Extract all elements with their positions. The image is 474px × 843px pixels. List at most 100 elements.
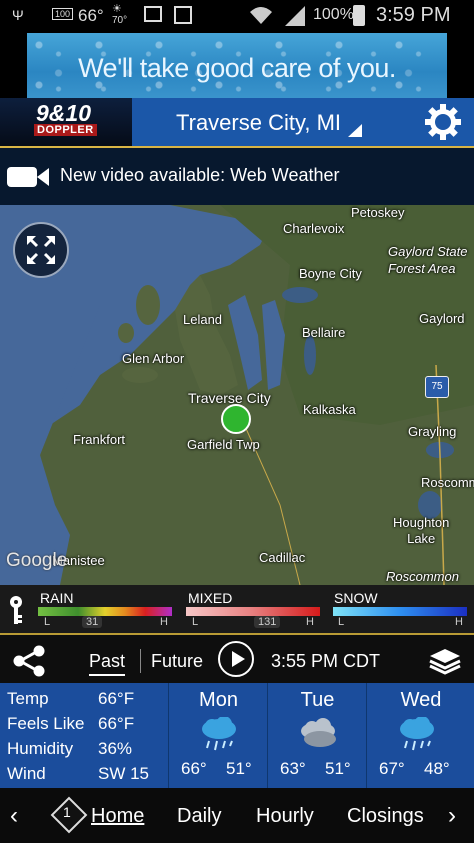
map-label-gaylord-forest: Gaylord State Forest Area [388, 244, 468, 276]
forecast-high: 66° [181, 759, 207, 778]
map-layers-icon[interactable] [428, 647, 462, 675]
bottom-navigation: ‹ 1 Home Daily Hourly Closings › [0, 788, 474, 843]
nav-hourly[interactable]: Hourly [256, 805, 314, 828]
map-label-bellaire: Bellaire [302, 325, 346, 340]
mail-icon [144, 6, 162, 22]
forecast-low: 51° [226, 759, 252, 778]
video-notification-text: New video available: Web Weather [60, 165, 340, 185]
tab-past[interactable]: Past [89, 651, 126, 676]
legend-snow-label: SNOW [334, 590, 378, 606]
forecast-day-wed[interactable]: Wed 67° 48° [366, 683, 474, 788]
status-time: 3:59 PM [376, 4, 451, 26]
status-temp: 66° [78, 6, 104, 25]
status-bar: Ψ 100 66° ☀ 70° 100% 3:59 PM [0, 0, 474, 33]
map-label-frankfort: Frankfort [73, 432, 126, 447]
location-selector[interactable]: Traverse City, MI [176, 110, 341, 136]
current-conditions[interactable]: Temp 66°F Feels Like 66°F Humidity 36% W… [0, 683, 168, 788]
video-camera-icon [7, 167, 49, 187]
station-logo: 9&10 DOPPLER [0, 98, 132, 146]
wifi-icon [250, 7, 272, 24]
tab-future[interactable]: Future [151, 651, 203, 672]
temp-label: Temp [7, 689, 49, 708]
humidity-value: 36% [98, 739, 133, 758]
forecast-high: 63° [280, 759, 306, 778]
app-header: 9&10 DOPPLER Traverse City, MI [0, 98, 474, 148]
legend-rain-bar [38, 607, 172, 616]
forecast-day-tue[interactable]: Tue 63° 51° [267, 683, 367, 788]
map-label-cadillac: Cadillac [259, 550, 306, 565]
map-label-glen-arbor: Glen Arbor [122, 351, 185, 366]
google-attribution: Google [6, 550, 68, 571]
playback-controls: Past Future 3:55 PM CDT [0, 633, 474, 685]
video-notification-bar[interactable]: New video available: Web Weather [0, 148, 474, 205]
notification-badge-count: 1 [63, 804, 71, 820]
legend-snow-bar [333, 607, 467, 616]
logo-number: 9&10 [36, 100, 91, 126]
partly-cloudy-icon [301, 718, 336, 747]
legend-mixed-bar [186, 607, 320, 616]
nav-daily[interactable]: Daily [177, 805, 221, 828]
forecast-high: 67° [379, 759, 405, 778]
feels-like-value: 66°F [98, 714, 135, 733]
ad-text: We'll take good care of you. [78, 53, 396, 83]
legend-road-31: 31 [82, 616, 103, 628]
map-label-boyne-city: Boyne City [299, 266, 362, 281]
usb-icon: Ψ [12, 7, 24, 23]
ad-banner[interactable]: We'll take good care of you. [27, 33, 447, 98]
legend-snow-low: L [338, 616, 345, 628]
location-pin[interactable] [221, 404, 251, 434]
dropdown-caret-icon[interactable] [348, 124, 362, 137]
key-icon[interactable] [8, 595, 24, 625]
forecast-day-name: Wed [400, 689, 442, 711]
forecast-day-mon[interactable]: Mon 66° 51° [168, 683, 268, 788]
tab-divider [140, 649, 141, 673]
fullscreen-expand-button[interactable] [13, 222, 69, 278]
legend-rain-label: RAIN [40, 590, 74, 606]
forecast-low: 51° [325, 759, 351, 778]
forecast-low: 48° [424, 759, 450, 778]
map-label-garfield-twp: Garfield Twp [187, 437, 260, 452]
map-label-charlevoix: Charlevoix [283, 221, 345, 236]
battery-percent: 100% [313, 6, 354, 23]
chevron-right-icon[interactable]: › [448, 802, 456, 830]
nav-closings[interactable]: Closings [347, 805, 424, 828]
rain-cloud-icon [400, 717, 434, 751]
map-label-leland: Leland [183, 312, 223, 327]
weather-panel: Temp 66°F Feels Like 66°F Humidity 36% W… [0, 683, 474, 788]
signal-icon [285, 6, 305, 26]
expand-arrows-icon [27, 236, 55, 264]
forecast-day-name: Mon [199, 689, 238, 711]
play-button[interactable] [218, 641, 254, 677]
legend-snow-high: H [455, 616, 463, 628]
rain-cloud-icon [202, 717, 236, 751]
map-label-roscommon-forest: Roscommon State Forest [386, 569, 459, 584]
status-weather-temp: 70° [112, 15, 128, 26]
legend-rain-high: H [160, 616, 168, 628]
settings-gear-icon[interactable] [423, 102, 463, 142]
map-label-traverse-city: Traverse City [188, 390, 271, 406]
legend-mixed-label: MIXED [188, 590, 233, 606]
feels-like-label: Feels Like [7, 714, 85, 733]
precipitation-legend: RAIN L H 31 MIXED L H 131 SNOW L H [0, 585, 474, 633]
legend-mixed-low: L [192, 616, 199, 628]
legend-rain-low: L [44, 616, 51, 628]
logo-text: DOPPLER [34, 124, 97, 136]
battery-saver-icon: 100 [52, 8, 74, 20]
temp-value: 66°F [98, 689, 135, 708]
battery-icon [353, 5, 365, 26]
wind-value: SW 15 [98, 764, 150, 783]
map-label-kalkaska: Kalkaska [303, 402, 356, 417]
legend-mixed-high: H [306, 616, 314, 628]
chevron-left-icon[interactable]: ‹ [10, 802, 18, 830]
radar-timestamp: 3:55 PM CDT [271, 651, 381, 671]
map-label-houghton-lake: Houghton Lake [393, 515, 450, 546]
radar-map[interactable]: Charlevoix Petoskey Gaylord State Forest… [0, 205, 474, 585]
nav-home[interactable]: Home [91, 805, 144, 828]
image-icon [174, 6, 192, 24]
wind-label: Wind [7, 764, 46, 783]
map-label-petoskey: Petoskey [351, 205, 405, 220]
share-icon[interactable] [12, 645, 46, 677]
legend-road-131: 131 [254, 616, 281, 628]
forecast-day-name: Tue [300, 689, 335, 711]
humidity-label: Humidity [7, 739, 74, 758]
